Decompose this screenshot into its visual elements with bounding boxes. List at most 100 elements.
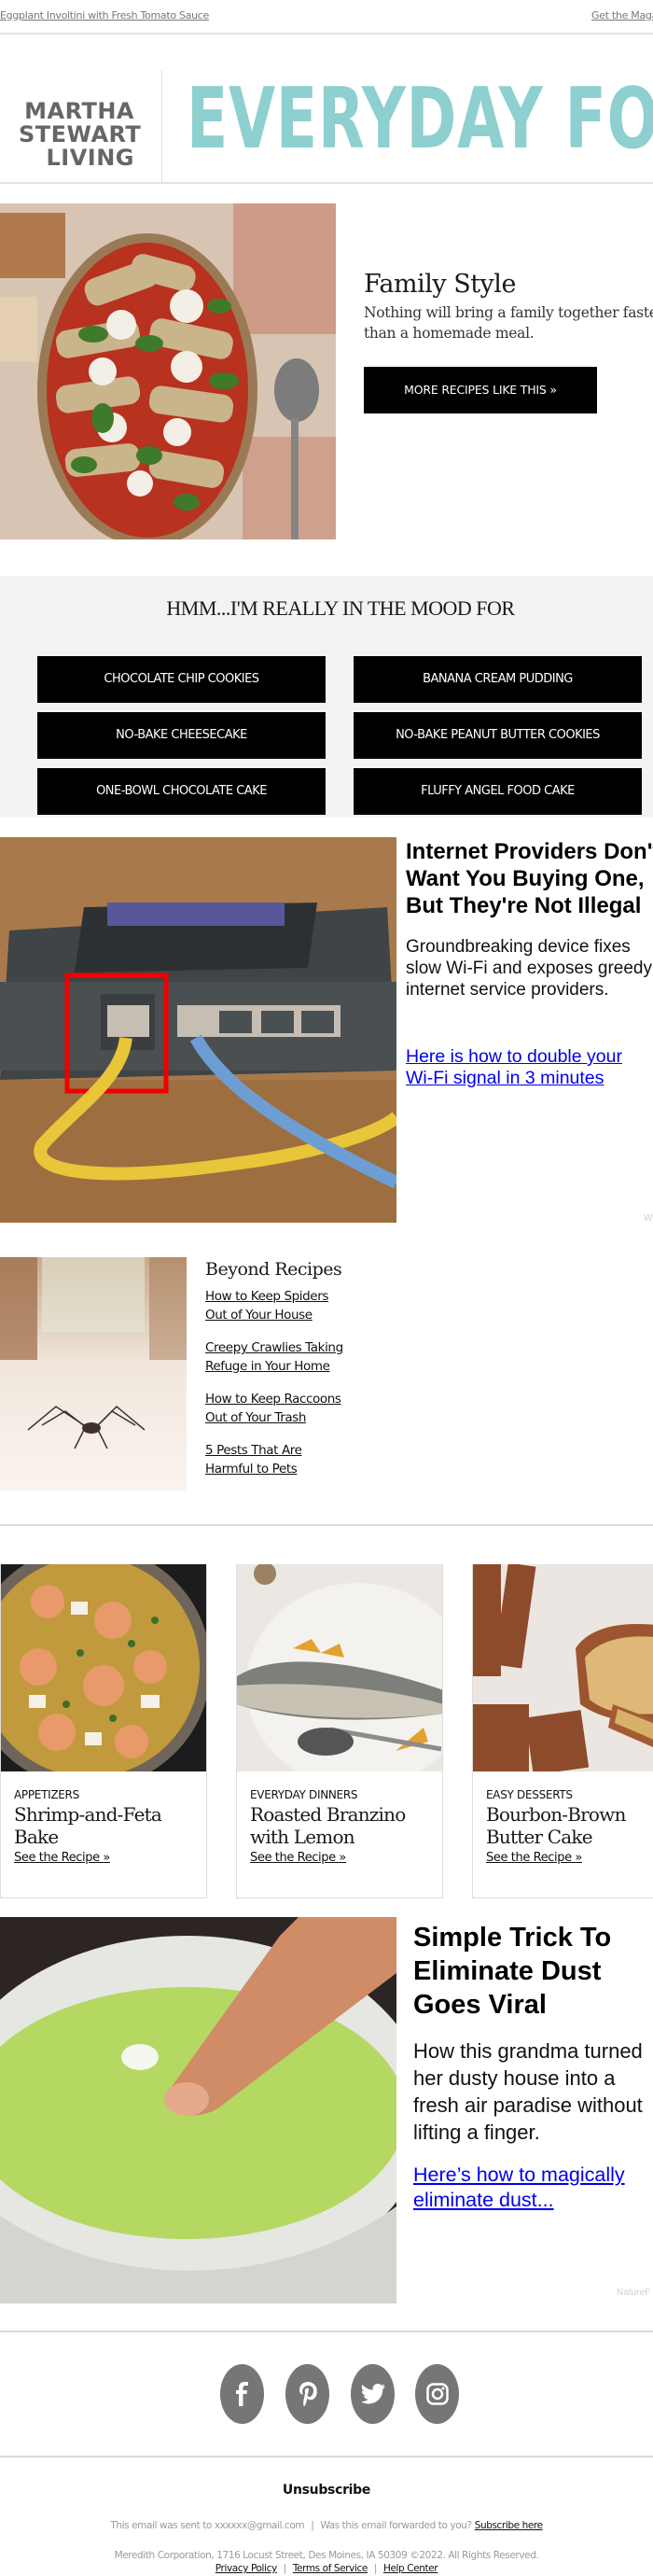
ad-description-line: How this grandma turned: [413, 2039, 643, 2063]
martha-stewart-living-logo[interactable]: MARTHA STEWART LIVING: [19, 98, 142, 171]
pinterest-button[interactable]: [285, 2364, 329, 2424]
newsletter-header: MARTHA STEWART LIVING EVERYDAY FOOD: [0, 36, 653, 184]
mood-button-fluffy-angel-food-cake[interactable]: FLUFFY ANGEL FOOD CAKE: [354, 768, 642, 815]
ad-description-line: internet service providers.: [406, 980, 609, 1000]
ad-headline-line: But They're Not Illegal: [406, 893, 642, 918]
mood-button-banana-cream-pudding[interactable]: BANANA CREAM PUDDING: [354, 656, 642, 703]
recipe-card[interactable]: EASY DESSERTS Bourbon-Brown Butter Cake …: [472, 1564, 653, 1898]
recipe-card[interactable]: EVERYDAY DINNERS Roasted Branzino with L…: [236, 1564, 443, 1898]
logo-line: MARTHA: [24, 98, 134, 124]
see-recipe-link[interactable]: See the Recipe »: [14, 1851, 193, 1865]
beyond-recipes-image[interactable]: [0, 1257, 187, 1491]
ad-cta-link[interactable]: Here is how to double your Wi-Fi signal …: [406, 1046, 653, 1089]
featured-recipe-link[interactable]: Eggplant Involtini with Fresh Tomato Sau…: [0, 9, 209, 21]
ad-sponsor-label: Wi: [644, 1213, 653, 1224]
legal-links: Privacy Policy | Terms of Service | Help…: [0, 2563, 653, 2574]
recipe-title-line: Roasted Branzino: [250, 1803, 406, 1826]
mood-button-one-bowl-chocolate-cake[interactable]: ONE-BOWL CHOCOLATE CAKE: [37, 768, 326, 815]
ad-headline[interactable]: Internet Providers Don't Want You Buying…: [406, 838, 653, 919]
recipe-category: EVERYDAY DINNERS: [250, 1788, 358, 1801]
social-links: [0, 2364, 653, 2431]
recipe-title: Roasted Branzino with Lemon: [250, 1803, 429, 1848]
link-line: How to Keep Raccoons: [205, 1392, 341, 1407]
recipe-title-line: with Lemon: [250, 1826, 355, 1848]
separator: |: [311, 2520, 314, 2531]
header-divider: [161, 70, 162, 182]
recipe-card-image[interactable]: [473, 1564, 653, 1771]
ad-cta-line: eliminate dust...: [413, 2189, 554, 2211]
recipe-title: Bourbon-Brown Butter Cake: [486, 1803, 653, 1848]
see-recipe-link[interactable]: See the Recipe »: [250, 1851, 429, 1865]
recipe-card[interactable]: APPETIZERS Shrimp-and-Feta Bake See the …: [0, 1564, 207, 1898]
ad-description: How this grandma turned her dusty house …: [413, 2037, 653, 2146]
see-recipe-link[interactable]: See the Recipe »: [486, 1851, 653, 1865]
logo-line: STEWART: [19, 121, 142, 147]
hero-description: Nothing will bring a family together fas…: [364, 302, 653, 343]
recipe-category: APPETIZERS: [14, 1788, 79, 1801]
recipe-title-line: Butter Cake: [486, 1826, 593, 1848]
newsletter-title: EVERYDAY FOOD: [187, 70, 653, 168]
forwarded-text: Was this email forwarded to you?: [320, 2520, 472, 2531]
link-line: Out of Your House: [205, 1308, 313, 1323]
dust-ad-image[interactable]: [0, 1917, 396, 2303]
dust-ad-text: Simple Trick To Eliminate Dust Goes Vira…: [413, 1921, 653, 2213]
ad-cta-line: Wi-Fi signal in 3 minutes: [406, 1068, 604, 1088]
mood-button-no-bake-cheesecake[interactable]: NO-BAKE CHEESECAKE: [37, 712, 326, 759]
router-ad-image[interactable]: [0, 837, 396, 1223]
link-line: Harmful to Pets: [205, 1462, 298, 1477]
mood-button-no-bake-peanut-butter-cookies[interactable]: NO-BAKE PEANUT BUTTER COOKIES: [354, 712, 642, 759]
ad-headline[interactable]: Simple Trick To Eliminate Dust Goes Vira…: [413, 1921, 653, 2022]
recipe-title: Shrimp-and-Feta Bake: [14, 1803, 193, 1848]
facebook-button[interactable]: [220, 2364, 264, 2424]
footer: Unsubscribe This email was sent to xxxxx…: [0, 2455, 653, 2574]
beyond-link-pests-pets[interactable]: 5 Pests That Are Harmful to Pets: [205, 1441, 392, 1478]
instagram-icon: [425, 2383, 449, 2405]
privacy-policy-link[interactable]: Privacy Policy: [215, 2563, 277, 2574]
hero-text: Family Style Nothing will bring a family…: [364, 269, 653, 413]
help-center-link[interactable]: Help Center: [383, 2563, 438, 2574]
sent-to-text: This email was sent to xxxxxx@gmail.com: [110, 2520, 305, 2531]
hero-description-line: Nothing will bring a family together fas…: [364, 304, 653, 321]
sent-to-line: This email was sent to xxxxxx@gmail.com …: [0, 2520, 653, 2531]
ad-description-line: slow Wi-Fi and exposes greedy: [406, 959, 652, 978]
mood-section: HMM...I'M REALLY IN THE MOOD FOR CHOCOLA…: [0, 576, 653, 818]
get-magazine-link[interactable]: Get the Magazine: [591, 9, 653, 21]
instagram-button[interactable]: [415, 2364, 459, 2424]
beyond-recipes-title: Beyond Recipes: [205, 1259, 342, 1280]
ad-headline-line: Simple Trick To: [413, 1923, 612, 1953]
unsubscribe-link[interactable]: Unsubscribe: [283, 2483, 371, 2498]
beyond-link-raccoons[interactable]: How to Keep Raccoons Out of Your Trash: [205, 1390, 392, 1427]
hero-recipe-image[interactable]: [0, 203, 336, 539]
ad-cta-link[interactable]: Here’s how to magically eliminate dust..…: [413, 2163, 653, 2213]
ad-headline-line: Eliminate Dust: [413, 1956, 602, 1986]
pinterest-icon: [299, 2382, 317, 2406]
beyond-link-creepy-crawlies[interactable]: Creepy Crawlies Taking Refuge in Your Ho…: [205, 1338, 392, 1376]
facebook-icon: [235, 2382, 248, 2406]
subscribe-here-link[interactable]: Subscribe here: [475, 2520, 543, 2531]
twitter-icon: [360, 2384, 385, 2404]
mood-button-chocolate-chip-cookies[interactable]: CHOCOLATE CHIP COOKIES: [37, 656, 326, 703]
ad-headline-line: Want You Buying One,: [406, 866, 645, 891]
hero-title: Family Style: [364, 270, 516, 299]
logo-line: LIVING: [46, 145, 134, 171]
recipe-card-image[interactable]: [237, 1564, 442, 1771]
mood-title: HMM...I'M REALLY IN THE MOOD FOR: [166, 596, 515, 620]
ad-cta-line: Here is how to double your: [406, 1046, 622, 1067]
beyond-link-spiders[interactable]: How to Keep Spiders Out of Your House: [205, 1287, 392, 1324]
link-line: Out of Your Trash: [205, 1410, 307, 1425]
company-address: Meredith Corporation, 1716 Locust Street…: [114, 2550, 539, 2561]
ad-description-line: her dusty house into a: [413, 2066, 616, 2090]
link-line: Refuge in Your Home: [205, 1359, 330, 1374]
ad-headline-line: Internet Providers Don't: [406, 839, 653, 864]
recipe-title-line: Bourbon-Brown: [486, 1803, 626, 1826]
ad-headline-line: Goes Viral: [413, 1990, 547, 2020]
ad-description-line: lifting a finger.: [413, 2121, 540, 2144]
separator: |: [283, 2563, 287, 2574]
more-recipes-button[interactable]: MORE RECIPES LIKE THIS »: [364, 367, 597, 413]
link-line: Creepy Crawlies Taking: [205, 1340, 343, 1355]
twitter-button[interactable]: [351, 2364, 395, 2424]
recipe-card-image[interactable]: [1, 1564, 206, 1771]
terms-of-service-link[interactable]: Terms of Service: [293, 2563, 368, 2574]
ad-description-line: fresh air paradise without: [413, 2093, 643, 2117]
ad-description-line: Groundbreaking device fixes: [406, 937, 631, 957]
